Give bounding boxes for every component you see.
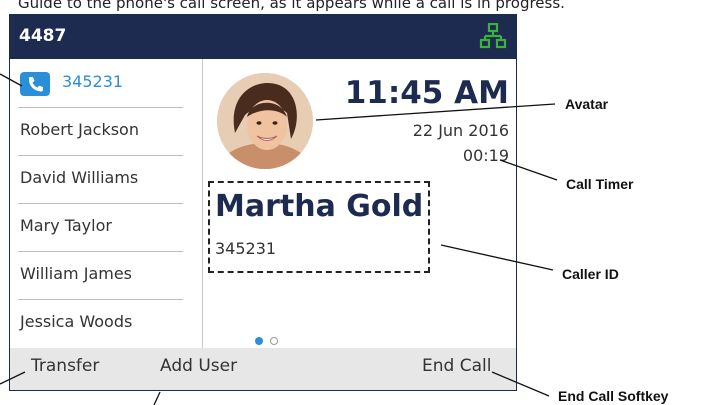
page-dot[interactable] <box>270 337 278 345</box>
page-dot-active <box>255 337 263 345</box>
softkey-bar: Transfer Add User End Call <box>10 348 516 390</box>
end-call-callout: End Call Softkey <box>558 388 669 404</box>
caller-id-callout: Caller ID <box>562 266 619 282</box>
list-item-label: Jessica Woods <box>20 312 133 331</box>
caller-id-box: Martha Gold 345231 <box>208 181 430 273</box>
line-list: 345231 Robert Jackson David Williams Mar… <box>10 59 202 348</box>
list-item-active-line[interactable]: 345231 <box>18 59 183 108</box>
list-item[interactable]: Mary Taylor <box>18 203 183 252</box>
caller-number: 345231 <box>215 239 277 258</box>
extension-label: 4487 <box>19 26 67 46</box>
list-item[interactable]: Jessica Woods <box>18 299 183 347</box>
clock-time: 11:45 AM <box>344 75 509 111</box>
caller-name: Martha Gold <box>215 189 424 224</box>
transfer-softkey[interactable]: Transfer <box>31 356 99 376</box>
call-details: 11:45 AM 22 Jun 2016 00:19 Martha Gold 3… <box>203 59 516 348</box>
list-item-label: 345231 <box>62 72 124 91</box>
avatar <box>217 73 313 169</box>
avatar-callout: Avatar <box>565 96 609 112</box>
list-item-label: Mary Taylor <box>20 216 112 235</box>
intro-text: Guide to the phone's call screen, as it … <box>18 0 565 12</box>
network-icon <box>479 23 507 49</box>
list-item-label: Robert Jackson <box>20 120 139 139</box>
end-call-softkey[interactable]: End Call <box>422 356 491 376</box>
call-timer: 00:19 <box>462 146 509 165</box>
phone-icon <box>20 72 50 96</box>
list-item[interactable]: Robert Jackson <box>18 107 183 156</box>
status-bar: 4487 <box>10 15 516 59</box>
clock-date: 22 Jun 2016 <box>412 121 509 140</box>
call-timer-callout: Call Timer <box>566 176 634 192</box>
list-item-label: David Williams <box>20 168 139 187</box>
list-item[interactable]: David Williams <box>18 155 183 204</box>
phone-screen: 4487 345231 Robert Jackson David William… <box>9 14 517 391</box>
list-item[interactable]: William James <box>18 251 183 300</box>
list-item-label: William James <box>20 264 133 283</box>
add-user-softkey[interactable]: Add User <box>160 356 237 376</box>
